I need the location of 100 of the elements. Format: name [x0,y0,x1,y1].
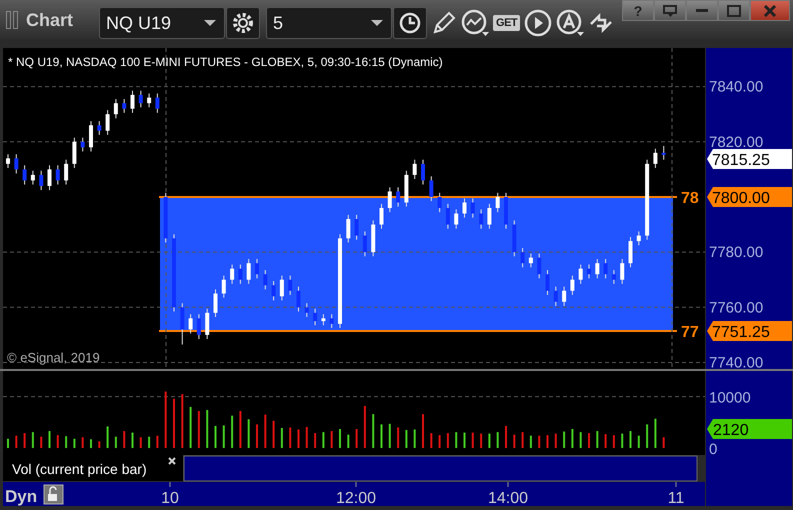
candlestick [196,314,201,340]
get-button[interactable]: GET [493,15,520,31]
candlestick [612,270,616,284]
line-chart-icon[interactable] [461,9,490,37]
bar [538,436,540,448]
volume-value-label: 2120 [707,419,792,439]
bar [48,431,50,448]
alert-icon[interactable] [556,9,584,37]
bar [446,433,449,448]
candlestick [147,93,152,108]
bar [32,432,34,448]
candlestick [296,286,300,312]
candlestick [462,198,466,218]
price-level-label: 7751.25 [707,321,792,341]
bar [405,430,408,448]
grip-icon[interactable] [6,11,18,29]
candlestick [321,314,326,326]
candlestick [188,314,193,334]
bar [356,429,358,448]
close-icon[interactable] [168,457,176,465]
candlestick [97,120,102,136]
candlestick [528,253,533,268]
gear-icon [232,12,254,34]
bar [513,434,516,448]
bar [164,392,167,448]
candlestick [595,258,600,279]
clock-icon [399,12,422,34]
time-label: 11 [668,490,684,507]
interval-dropdown[interactable]: 5 [266,7,392,39]
bar [15,436,18,448]
candlestick [570,275,574,296]
bar [289,427,292,448]
candlestick [479,208,484,230]
settings-button[interactable] [226,7,260,39]
bar [231,416,234,448]
bar [106,426,109,448]
price-tick: 7820.00 [709,134,764,151]
chart-header: * NQ U19, NASDAQ 100 E-MINI FUTURES - GLOBEX, 5, 09:30-16:15 (Dynamic) [8,55,443,69]
candlestick [30,170,35,186]
bar [330,431,333,448]
candlestick [122,98,126,114]
bar [98,441,100,448]
close-button[interactable] [750,0,790,21]
candlestick [288,275,292,296]
bar [430,433,432,448]
pencil-icon[interactable] [431,10,458,36]
bar [588,433,590,448]
bar [604,434,607,448]
bar [621,434,624,448]
bar [206,410,208,448]
candlestick [496,192,500,213]
candlestick [64,159,68,186]
maximize-button[interactable] [718,0,750,21]
study-input-bar[interactable] [184,456,698,482]
minimize-icon [696,9,708,12]
bar [372,414,374,448]
candlestick [22,164,27,186]
candlestick [546,270,550,296]
bar [156,436,158,448]
bar [563,432,566,448]
candlestick [114,98,118,119]
price-tick: 7740.00 [709,354,764,372]
minimize-button[interactable] [686,0,718,21]
candlestick [313,308,318,326]
bar [530,436,532,448]
candlestick [238,264,242,284]
bar [280,428,283,448]
bar [40,436,42,448]
maximize-icon [727,4,741,16]
candlestick [470,198,475,218]
bar [322,432,324,448]
candlestick [362,230,367,257]
bar [580,432,582,448]
candlestick [263,270,268,290]
bar [24,433,26,448]
bar [239,411,242,448]
time-label: 12:00 [336,490,376,507]
bar [380,424,382,448]
lock-icon[interactable] [44,484,64,504]
restore-button[interactable] [654,0,686,21]
candlestick [130,90,134,114]
play-icon[interactable] [524,9,552,37]
symbol-dropdown[interactable]: NQ U19 [99,7,226,39]
time-label: 14:00 [488,490,528,507]
mode-label: Dyn [5,487,38,506]
candlestick [388,186,392,213]
caret-icon [371,19,384,27]
candlestick [106,110,110,136]
bar [298,430,300,448]
candlestick [180,302,184,346]
bar [646,424,648,448]
close-icon [763,4,777,16]
study-label: Vol (current price bar) [12,461,147,477]
interval-button[interactable] [393,7,428,39]
candlestick [39,170,44,191]
bar [272,420,275,448]
candlestick [520,248,525,268]
window-title: Chart [26,10,74,30]
bar [214,426,216,448]
bar [546,435,548,448]
